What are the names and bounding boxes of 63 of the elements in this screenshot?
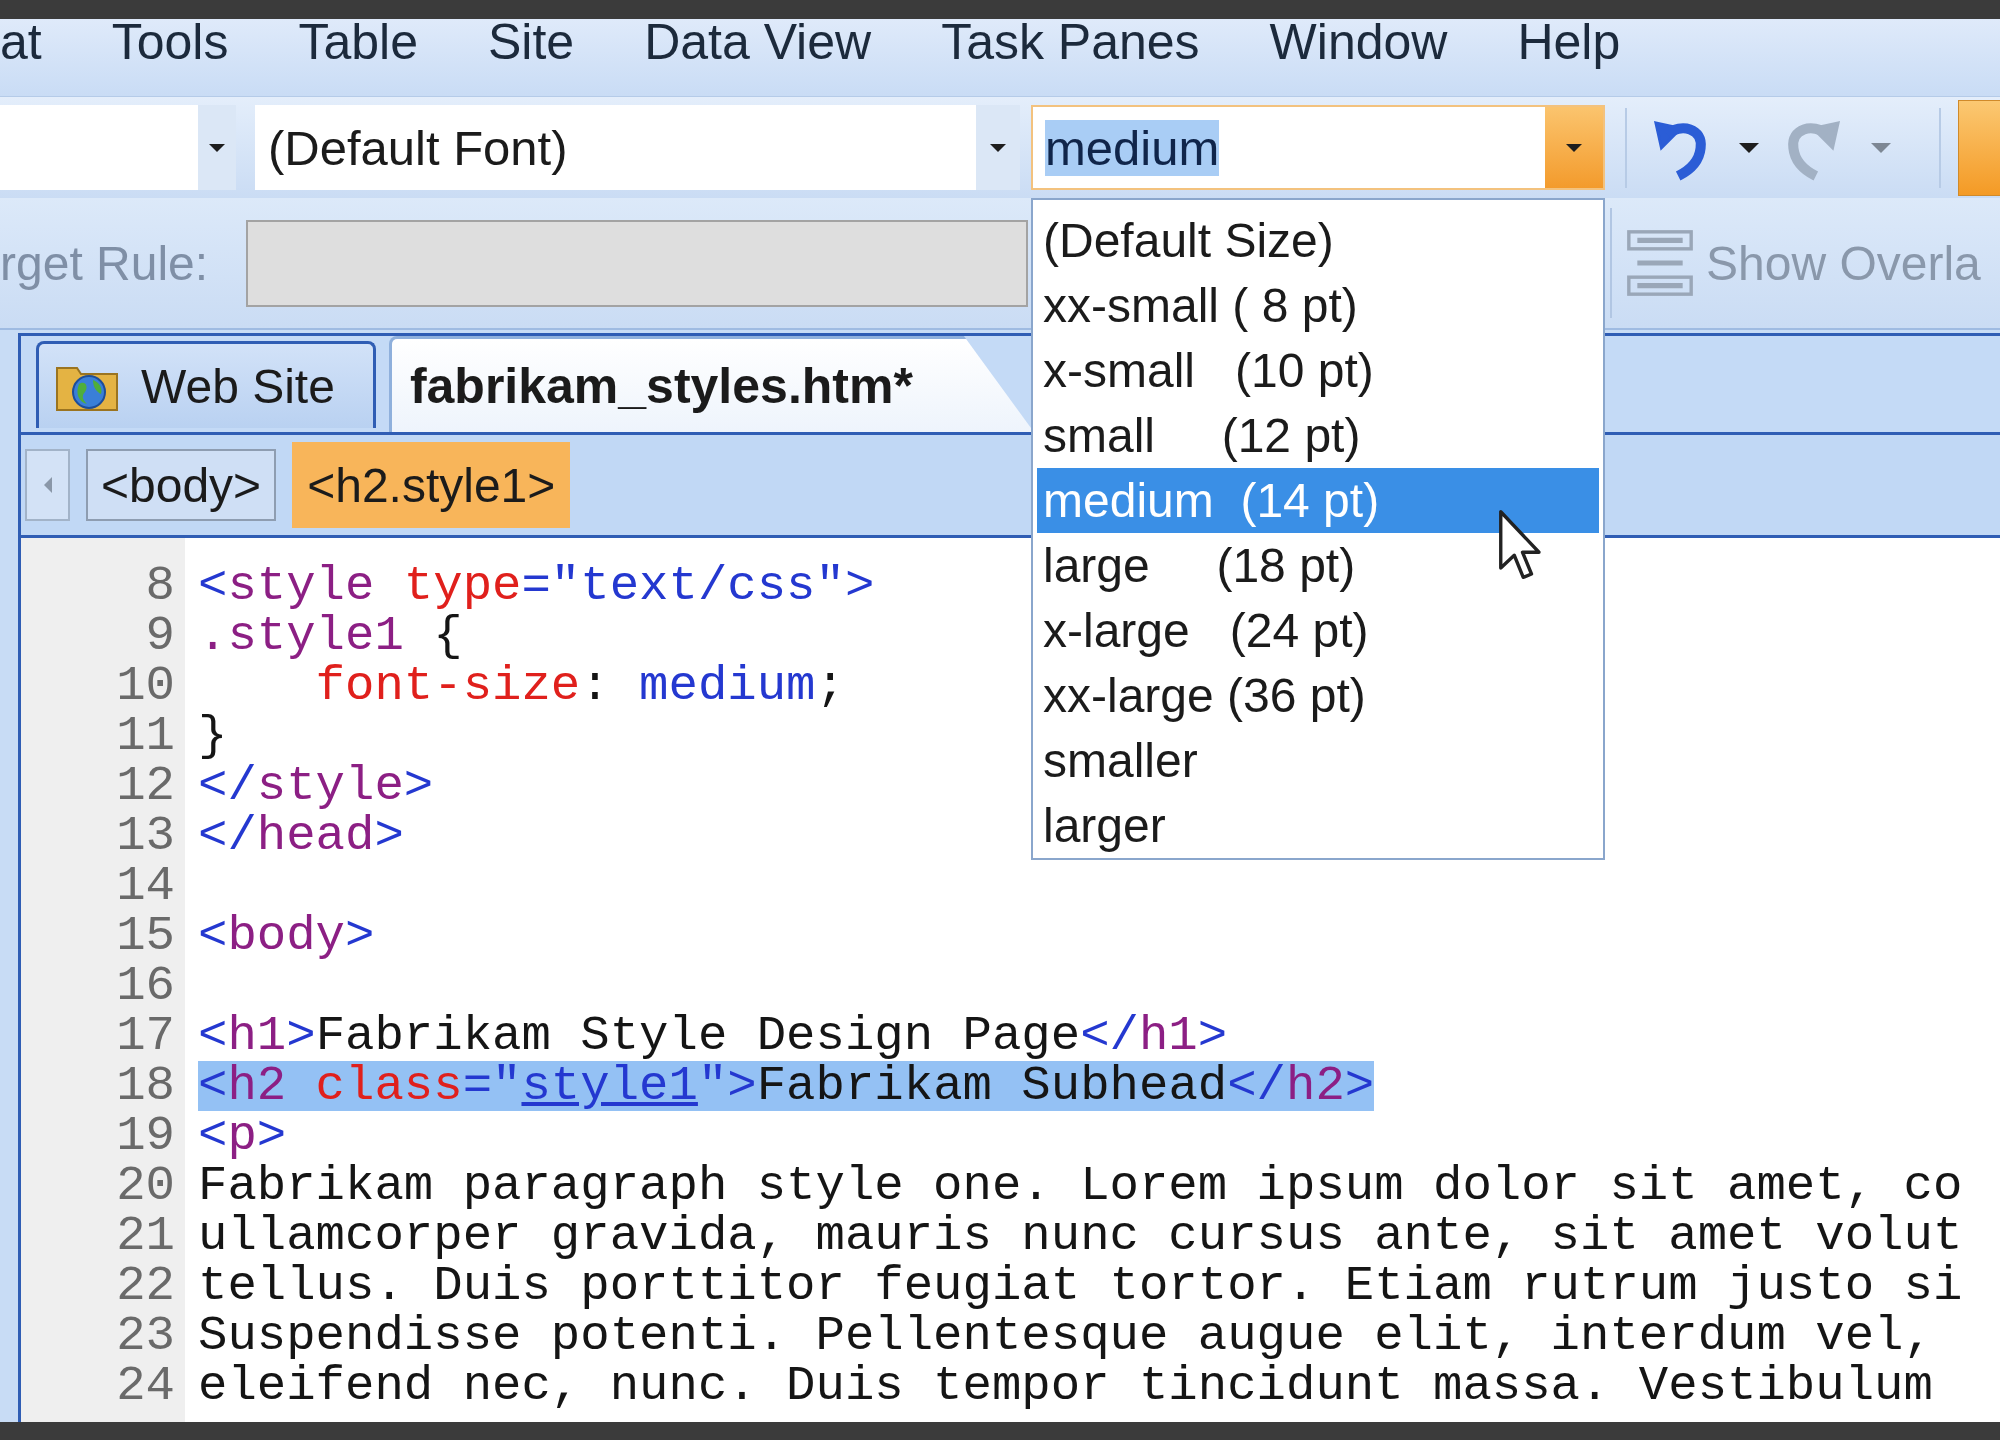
line-number: 10 bbox=[115, 661, 176, 711]
code-line: } bbox=[198, 711, 228, 761]
line-number: 13 bbox=[115, 811, 176, 861]
dropdown-option[interactable]: large (18 pt) bbox=[1037, 533, 1599, 598]
code-line: Fabrikam paragraph style one. Lorem ipsum dolor sit amet, co bbox=[198, 1161, 1963, 1211]
toolbar-button[interactable] bbox=[1958, 99, 2000, 196]
document-tab[interactable]: fabrikam_styles.htm* bbox=[388, 336, 1034, 432]
code-line: eleifend nec, nunc. Duis tempor tincidunt massa. Vestibulum bbox=[198, 1361, 1933, 1411]
line-number: 24 bbox=[115, 1361, 176, 1411]
menu-item[interactable]: Tools bbox=[111, 19, 229, 65]
dropdown-option[interactable]: small (12 pt) bbox=[1037, 403, 1599, 468]
line-number: 21 bbox=[115, 1211, 176, 1261]
scroll-left-button[interactable] bbox=[25, 449, 70, 521]
font-select[interactable]: (Default Font) bbox=[255, 105, 1020, 190]
menu-item[interactable]: Window bbox=[1269, 19, 1448, 65]
code-line: <style type="text/css"> bbox=[198, 561, 875, 611]
line-number: 16 bbox=[115, 961, 176, 1011]
line-number: 19 bbox=[115, 1111, 176, 1161]
menu-item[interactable]: Data View bbox=[644, 19, 872, 65]
line-number: 18 bbox=[115, 1061, 176, 1111]
code-line: font-size: medium; bbox=[315, 661, 845, 711]
menu-item[interactable]: Site bbox=[487, 19, 575, 65]
code-line: </head> bbox=[198, 811, 404, 861]
line-number: 15 bbox=[115, 911, 176, 961]
code-line: .style1 { bbox=[198, 611, 463, 661]
list-lines-icon bbox=[1626, 229, 1694, 297]
line-number: 12 bbox=[115, 761, 176, 811]
dropdown-option[interactable]: x-small (10 pt) bbox=[1037, 338, 1599, 403]
code-line: <h1>Fabrikam Style Design Page</h1> bbox=[198, 1011, 1228, 1061]
caret-icon bbox=[1566, 143, 1582, 152]
code-line: </style> bbox=[198, 761, 434, 811]
tag-breadcrumb[interactable]: <body> bbox=[86, 449, 277, 521]
dropdown-option[interactable]: xx-small ( 8 pt) bbox=[1037, 273, 1599, 338]
code-line: Suspendisse potenti. Pellentesque augue elit, interdum vel, bbox=[198, 1311, 1933, 1361]
line-number: 17 bbox=[115, 1011, 176, 1061]
code-line: <p> bbox=[198, 1111, 287, 1161]
dropdown-option[interactable]: (Default Size) bbox=[1037, 208, 1599, 273]
dropdown-field[interactable] bbox=[0, 105, 236, 190]
code-line: ullamcorper gravida, mauris nunc cursus ante, sit amet volut bbox=[198, 1211, 1963, 1261]
menu-item[interactable]: Task Panes bbox=[941, 19, 1200, 65]
caret-left-icon bbox=[43, 477, 52, 493]
line-number: 11 bbox=[115, 711, 176, 761]
menu-item[interactable]: Table bbox=[298, 19, 418, 65]
line-number: 8 bbox=[144, 561, 176, 611]
dropdown-option[interactable]: xx-large (36 pt) bbox=[1037, 663, 1599, 728]
code-line: <body> bbox=[198, 911, 375, 961]
target-rule-label: rget Rule: bbox=[0, 235, 210, 291]
line-number: 9 bbox=[144, 611, 176, 661]
line-number: 23 bbox=[115, 1311, 176, 1361]
dropdown-option[interactable]: x-large (24 pt) bbox=[1037, 598, 1599, 663]
caret-icon bbox=[209, 143, 225, 152]
dropdown-option[interactable]: smaller bbox=[1037, 728, 1599, 793]
code-line: tellus. Duis porttitor feugiat tortor. Etiam rutrum justo si bbox=[198, 1261, 1963, 1311]
caret-icon bbox=[990, 143, 1006, 152]
tag-breadcrumb[interactable]: <h2.style1> bbox=[292, 442, 571, 528]
line-number: 20 bbox=[115, 1161, 176, 1211]
line-number: 14 bbox=[115, 861, 176, 911]
caret-icon[interactable] bbox=[1739, 142, 1759, 153]
menu-item[interactable]: at bbox=[0, 19, 42, 65]
line-number: 22 bbox=[115, 1261, 176, 1311]
document-tab[interactable]: Web Site bbox=[36, 341, 376, 428]
font-size-select[interactable]: medium bbox=[1031, 105, 1605, 190]
dropdown-option[interactable]: larger bbox=[1037, 793, 1599, 858]
